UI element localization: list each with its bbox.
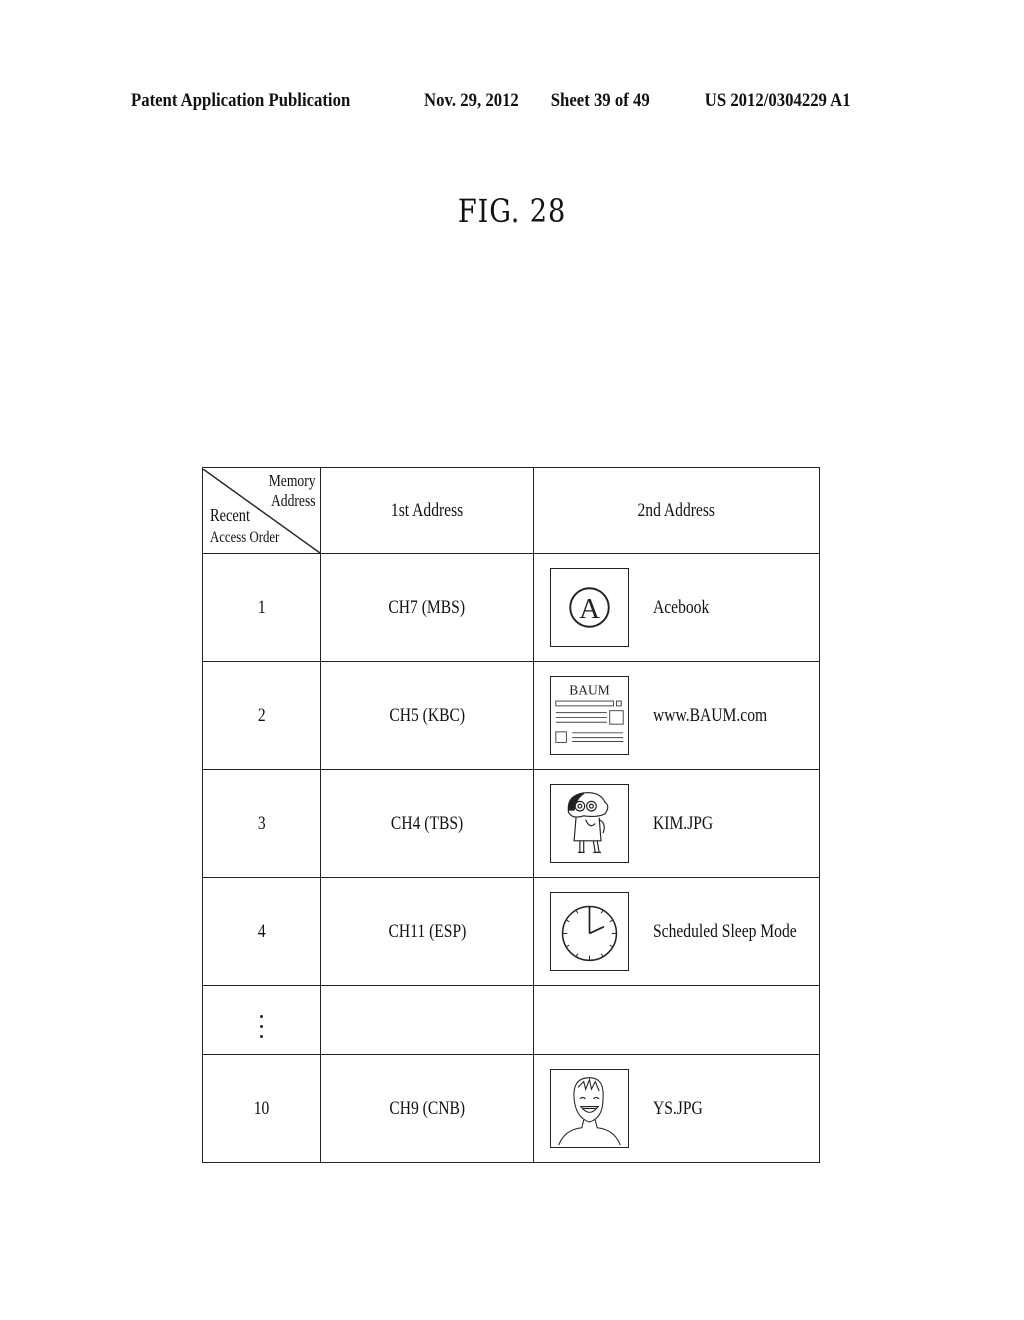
recent-label: Recent: [210, 504, 250, 525]
publication-label: Patent Application Publication: [131, 90, 351, 111]
sheet-number: Sheet 39 of 49: [550, 90, 650, 111]
figure-title: FIG. 28: [457, 192, 567, 230]
memory-address-label: Memory Address: [269, 470, 316, 510]
second-address-cell: A Acebook: [533, 553, 820, 662]
cartoon-character-icon: [550, 784, 629, 863]
patent-number: US 2012/0304229 A1: [704, 90, 851, 111]
second-address-cell: [533, 985, 820, 1055]
publication-date: Nov. 29, 2012: [424, 90, 519, 111]
second-address-label: YS.JPG: [653, 1097, 703, 1119]
memory-address-table: Memory Address Recent Access Order 1st A…: [202, 467, 820, 1163]
first-address-cell: CH4 (TBS): [320, 769, 534, 878]
clock-icon: [550, 892, 629, 971]
letter-a-circle-icon: A: [550, 568, 629, 647]
corner-header-cell: Memory Address Recent Access Order: [202, 467, 321, 554]
svg-text:BAUM: BAUM: [569, 682, 609, 697]
second-address-cell: YS.JPG: [533, 1054, 820, 1163]
column-header-2nd-address: 2nd Address: [533, 467, 820, 554]
order-cell: [202, 985, 321, 1055]
order-cell: 1: [202, 553, 321, 662]
first-address-cell: CH7 (MBS): [320, 553, 534, 662]
first-address-cell: CH5 (KBC): [320, 661, 534, 770]
first-address-cell: CH9 (CNB): [320, 1054, 534, 1163]
table-header-row: Memory Address Recent Access Order 1st A…: [202, 467, 820, 554]
table-row: 3 CH4 (TBS) KIM.JPG: [202, 769, 820, 878]
second-address-label: Acebook: [653, 596, 710, 618]
table-row: 1 CH7 (MBS) A Acebook: [202, 553, 820, 662]
table-row: 4 CH11 (ESP) Scheduled Sleep Mode: [202, 877, 820, 986]
access-order-label: Access Order: [210, 528, 280, 546]
order-cell: 2: [202, 661, 321, 770]
svg-text:A: A: [579, 593, 600, 625]
second-address-cell: Scheduled Sleep Mode: [533, 877, 820, 986]
second-address-cell: BAUM www.BAUM.com: [533, 661, 820, 770]
column-header-1st-address: 1st Address: [320, 467, 534, 554]
second-address-label: www.BAUM.com: [653, 704, 768, 726]
order-cell: 4: [202, 877, 321, 986]
table-row-ellipsis: [202, 985, 820, 1055]
first-address-cell: [320, 985, 534, 1055]
table-row: 2 CH5 (KBC) BAUM www.BAUM.com: [202, 661, 820, 770]
second-address-label: KIM.JPG: [653, 812, 714, 834]
second-address-cell: KIM.JPG: [533, 769, 820, 878]
second-address-label: Scheduled Sleep Mode: [653, 920, 797, 942]
vertical-ellipsis-icon: [260, 1015, 263, 1038]
person-photo-icon: [550, 1069, 629, 1148]
webpage-icon: BAUM: [550, 676, 629, 755]
first-address-cell: CH11 (ESP): [320, 877, 534, 986]
order-cell: 10: [202, 1054, 321, 1163]
order-cell: 3: [202, 769, 321, 878]
table-row: 10 CH9 (CNB) YS.JPG: [202, 1054, 820, 1163]
patent-header: Patent Application Publication Nov. 29, …: [131, 90, 851, 114]
